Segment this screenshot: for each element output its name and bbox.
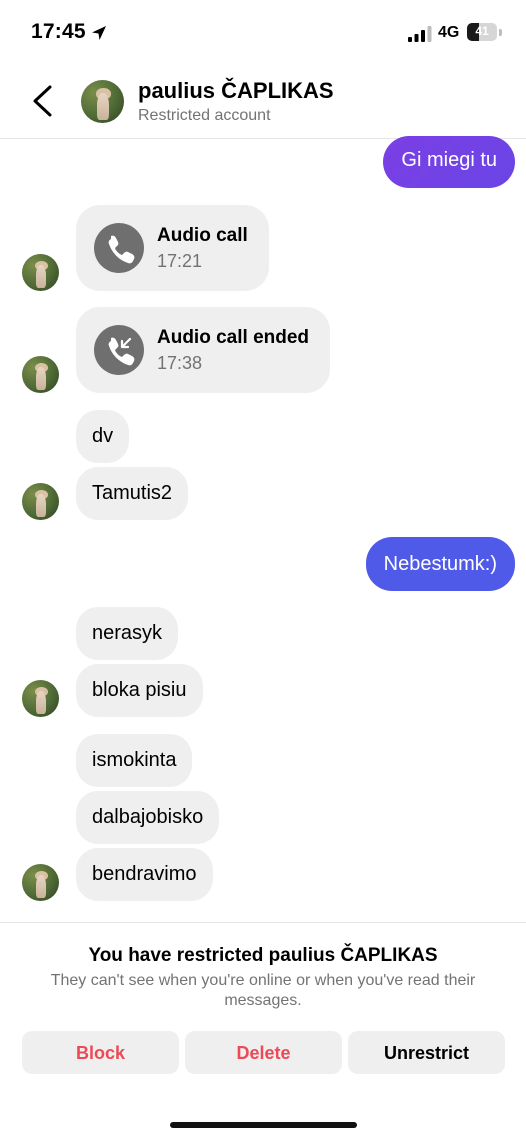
contact-name[interactable]: paulius ČAPLIKAS [138,78,334,104]
audio-call-ended-bubble[interactable]: Audio call ended 17:38 [76,307,330,393]
call-time: 17:38 [157,353,203,373]
restricted-title: You have restricted paulius ČAPLIKAS [88,945,438,966]
outgoing-message[interactable]: Nebestumk:) [365,537,515,591]
battery-percent: 41 [475,24,489,38]
sender-avatar[interactable] [22,680,59,717]
audio-call-bubble[interactable]: Audio call 17:21 [76,205,269,291]
signal-bars-icon [408,26,432,42]
call-title: Audio call [157,225,248,246]
location-arrow-icon [92,26,106,40]
outgoing-message[interactable]: Gi miegi tu [383,136,515,188]
battery-cap [499,29,502,36]
sender-avatar[interactable] [22,864,59,901]
battery-icon: 41 [467,23,497,41]
incoming-message[interactable]: dv [76,410,130,463]
unrestrict-button[interactable]: Unrestrict [348,1031,505,1074]
incoming-message[interactable]: ismokinta [76,734,193,787]
incoming-message[interactable]: nerasyk [76,607,179,660]
network-type: 4G [438,24,460,41]
sender-avatar[interactable] [22,254,59,291]
incoming-message[interactable]: bendravimo [76,848,213,901]
call-time: 17:21 [157,251,203,271]
restricted-description: They can't see when you're online or whe… [50,972,476,1009]
back-chevron-icon[interactable] [30,84,56,118]
incoming-message[interactable]: Tamutis2 [76,467,189,520]
block-button[interactable]: Block [22,1031,179,1074]
call-title: Audio call ended [157,327,310,348]
phone-icon [94,223,144,273]
status-time: 17:45 [31,20,86,43]
call-ended-icon [94,325,144,375]
incoming-message[interactable]: dalbajobisko [76,791,220,844]
sender-avatar[interactable] [22,356,59,393]
panel-divider [0,922,526,923]
restricted-label: Restricted account [138,107,271,124]
incoming-message[interactable]: bloka pisiu [76,664,203,717]
home-indicator [170,1122,357,1128]
sender-avatar[interactable] [22,483,59,520]
delete-button[interactable]: Delete [185,1031,342,1074]
profile-avatar[interactable] [81,80,124,123]
